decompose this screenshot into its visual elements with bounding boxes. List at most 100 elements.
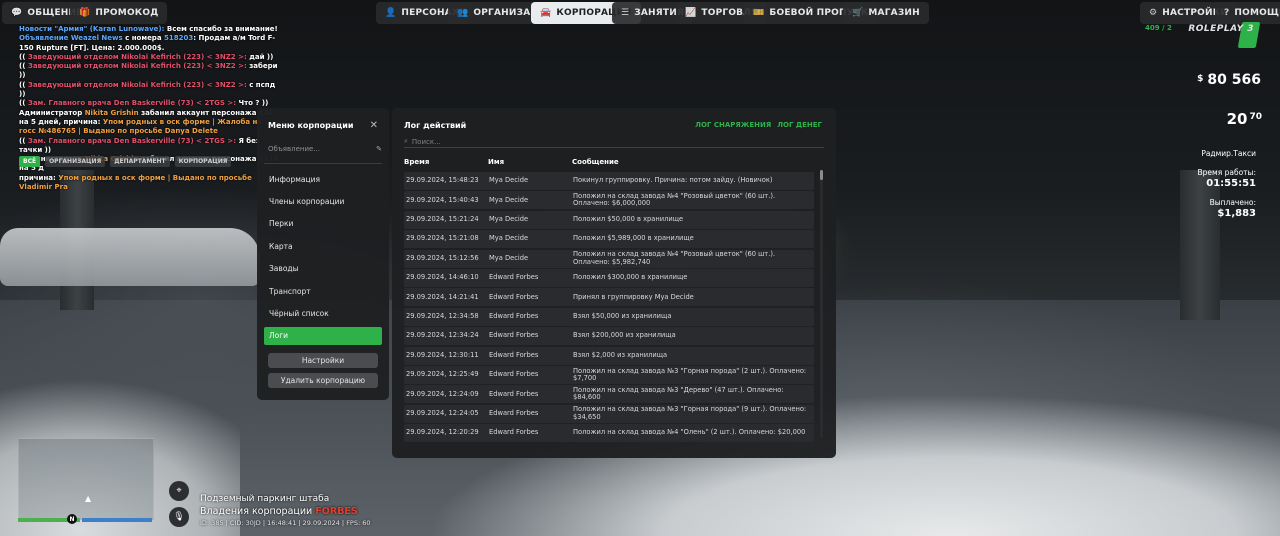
menu-item[interactable]: Информация (264, 170, 382, 188)
log-cell-message: Положил на склад завода №4 "Олень" (2 шт… (573, 428, 806, 437)
chat-tab[interactable]: ДЕПАРТАМЕНТ (110, 156, 170, 167)
log-scrollbar[interactable] (820, 170, 823, 438)
territory-corp: FORBES (315, 506, 358, 517)
equipment-log-link[interactable]: ЛОГ СНАРЯЖЕНИЯ (695, 121, 771, 129)
territory-prefix: Владения корпорации (200, 506, 313, 517)
menu-divider (264, 163, 382, 164)
log-search-input[interactable]: ⌕ Поиск... (404, 136, 824, 148)
chat-segment: дай )) (246, 52, 274, 61)
log-cell-message: Положил на склад завода №3 "Дерево" (47 … (573, 385, 784, 402)
log-cell-message: Взял $2,000 из хранилища (573, 350, 668, 359)
log-row: 29.09.2024, 12:34:24 Edward Forbes Взял $2… (404, 327, 814, 346)
menu-item[interactable]: Заводы (264, 260, 382, 278)
chat-segment: Зам. Главного врача Den Baskerville (73)… (27, 136, 237, 145)
money-log-link[interactable]: ЛОГ ДЕНЕГ (777, 121, 822, 129)
chat-segment: Заведующий отделом Nikolai Kefirich (223… (27, 52, 247, 61)
log-cell-message: Взял $50,000 из хранилища (573, 312, 672, 321)
chat-segment: (( (19, 136, 28, 145)
gear-icon: ⚙ (1149, 8, 1158, 18)
log-row: 29.09.2024, 12:24:05 Edward Forbes Положил… (404, 404, 814, 423)
log-cell-name: Edward Forbes (489, 428, 539, 437)
log-row: 29.09.2024, 15:40:43 Mya Decide Положил на… (404, 191, 814, 210)
chat-segment: 518203 (163, 34, 194, 43)
chat-tab[interactable]: ВСЁ (19, 156, 41, 167)
compass-north: N (67, 514, 77, 524)
log-cell-name: Mya Decide (489, 253, 529, 262)
dollar-sign: $ (1197, 74, 1204, 84)
chat-segment: Nikita Grishin (84, 108, 139, 117)
menu-item[interactable]: Карта (264, 237, 382, 255)
column-message: Сообщение (572, 158, 619, 166)
chat-log: Новости "Армия" (Karan Lunowave): Всем с… (19, 25, 281, 192)
log-cell-time: 29.09.2024, 12:25:49 (406, 370, 479, 379)
log-row: 29.09.2024, 12:25:49 Edward Forbes Положил… (404, 366, 814, 384)
microphone-icon[interactable]: 🎙 (169, 507, 189, 527)
nav-cart-button[interactable]: 🛒 МАГАЗИН (843, 2, 929, 24)
list-icon: ☰ (621, 8, 630, 18)
delete-corporation-button[interactable]: Удалить корпорацию (268, 373, 378, 388)
top-navigation: 💬 ОБЩЕНИЕ 🎁 ПРОМОКОД 👤 ПЕРСОНАЖ 👥 ОРГАНИЗАЦИЯ 🚘 К… (0, 2, 1280, 24)
chat-segment: (( (19, 99, 28, 108)
log-row: 29.09.2024, 14:21:41 Edward Forbes Принял … (404, 288, 814, 307)
chat-message: (( Заведующий отделом Nikolai Kefirich (… (19, 81, 281, 100)
log-cell-name: Edward Forbes (489, 273, 539, 282)
log-cell-message: Покинул группировку. Причина: потом зайд… (573, 176, 773, 185)
payout-value: $1,883 (1217, 208, 1256, 219)
chat-segment: Объявление Weazel News (19, 34, 126, 43)
log-row: 29.09.2024, 12:30:11 Edward Forbes Взял $2… (404, 346, 814, 365)
log-cell-time: 29.09.2024, 15:12:56 (406, 253, 479, 262)
menu-item[interactable]: Чёрный список (264, 304, 382, 322)
location-pin-icon[interactable]: ⌖ (169, 481, 189, 501)
money-value: 80 566 (1207, 72, 1261, 88)
payout-label: Выплачено: (1209, 198, 1256, 207)
money-display: $80 566 (1197, 72, 1261, 88)
menu-item[interactable]: Члены корпорации (264, 192, 382, 210)
server-logo: ROLEPLAY 3 (1188, 24, 1254, 34)
log-cell-name: Mya Decide (489, 176, 529, 185)
chat-segment: забанил аккаунт персонажа (138, 108, 259, 117)
chat-tab[interactable]: ОРГАНИЗАЦИЯ (45, 156, 106, 167)
column-time: Время (404, 158, 430, 166)
search-placeholder: Поиск... (411, 137, 441, 146)
announcement-placeholder: Объявление... (268, 145, 320, 153)
gift-icon: 🎁 (79, 8, 91, 18)
log-row: 29.09.2024, 15:48:23 Mya Decide Покинул гр… (404, 172, 814, 190)
log-cell-name: Edward Forbes (489, 331, 539, 340)
ticket-icon: 🎫 (753, 8, 765, 18)
log-cell-name: Edward Forbes (489, 292, 539, 301)
menu-item[interactable]: Транспорт (264, 282, 382, 300)
chat-message: причина: Упом родных в оск форме | Выдан… (19, 174, 281, 193)
log-cell-time: 29.09.2024, 12:24:05 (406, 409, 479, 418)
log-cell-message: Принял в группировку Mya Decide (573, 292, 694, 301)
chat-message: Новости "Армия" (Karan Lunowave): Всем с… (19, 25, 281, 34)
log-cell-message: Положил $5,989,000 в хранилище (573, 234, 694, 243)
menu-item[interactable]: Логи (264, 326, 382, 345)
log-cell-name: Edward Forbes (489, 370, 539, 379)
log-cell-time: 29.09.2024, 12:20:29 (406, 428, 479, 437)
settings-button[interactable]: Настройки (268, 353, 378, 368)
log-cell-time: 29.09.2024, 14:46:10 (406, 273, 479, 282)
close-icon[interactable]: ✕ (370, 120, 378, 131)
users-icon: 👥 (457, 8, 469, 18)
edit-icon[interactable]: ✎ (376, 145, 382, 153)
nav-help-button[interactable]: ? ПОМОЩЬ (1215, 2, 1280, 24)
log-cell-message: Взял $200,000 из хранилища (573, 331, 676, 340)
scrollbar-thumb[interactable] (820, 170, 823, 180)
chat-icon: 💬 (11, 8, 23, 18)
log-row: 29.09.2024, 14:46:10 Edward Forbes Положил… (404, 269, 814, 287)
garage-pillar (1180, 170, 1220, 320)
person-icon: 👤 (385, 8, 397, 18)
log-cell-message: Положил на склад завода №4 "Розовый цвет… (573, 250, 776, 266)
nav-gift-button[interactable]: 🎁 ПРОМОКОД (70, 2, 168, 24)
log-title: Лог действий (404, 121, 467, 130)
menu-item[interactable]: Перки (264, 215, 382, 233)
menu-title: Меню корпорации (268, 121, 354, 130)
armor-bar (81, 518, 152, 522)
announcement-input[interactable]: Объявление... ✎ (268, 145, 382, 159)
health-armor-bar (18, 518, 154, 524)
territory-label: Владения корпорации FORBES (200, 506, 358, 517)
chat-tab[interactable]: КОРПОРАЦИЯ (174, 156, 232, 167)
chat-segment: причина: (19, 173, 59, 182)
log-cell-message: Положил на склад завода №4 "Розовый цвет… (573, 191, 776, 208)
ammo-display: 20 70 (1227, 110, 1262, 128)
